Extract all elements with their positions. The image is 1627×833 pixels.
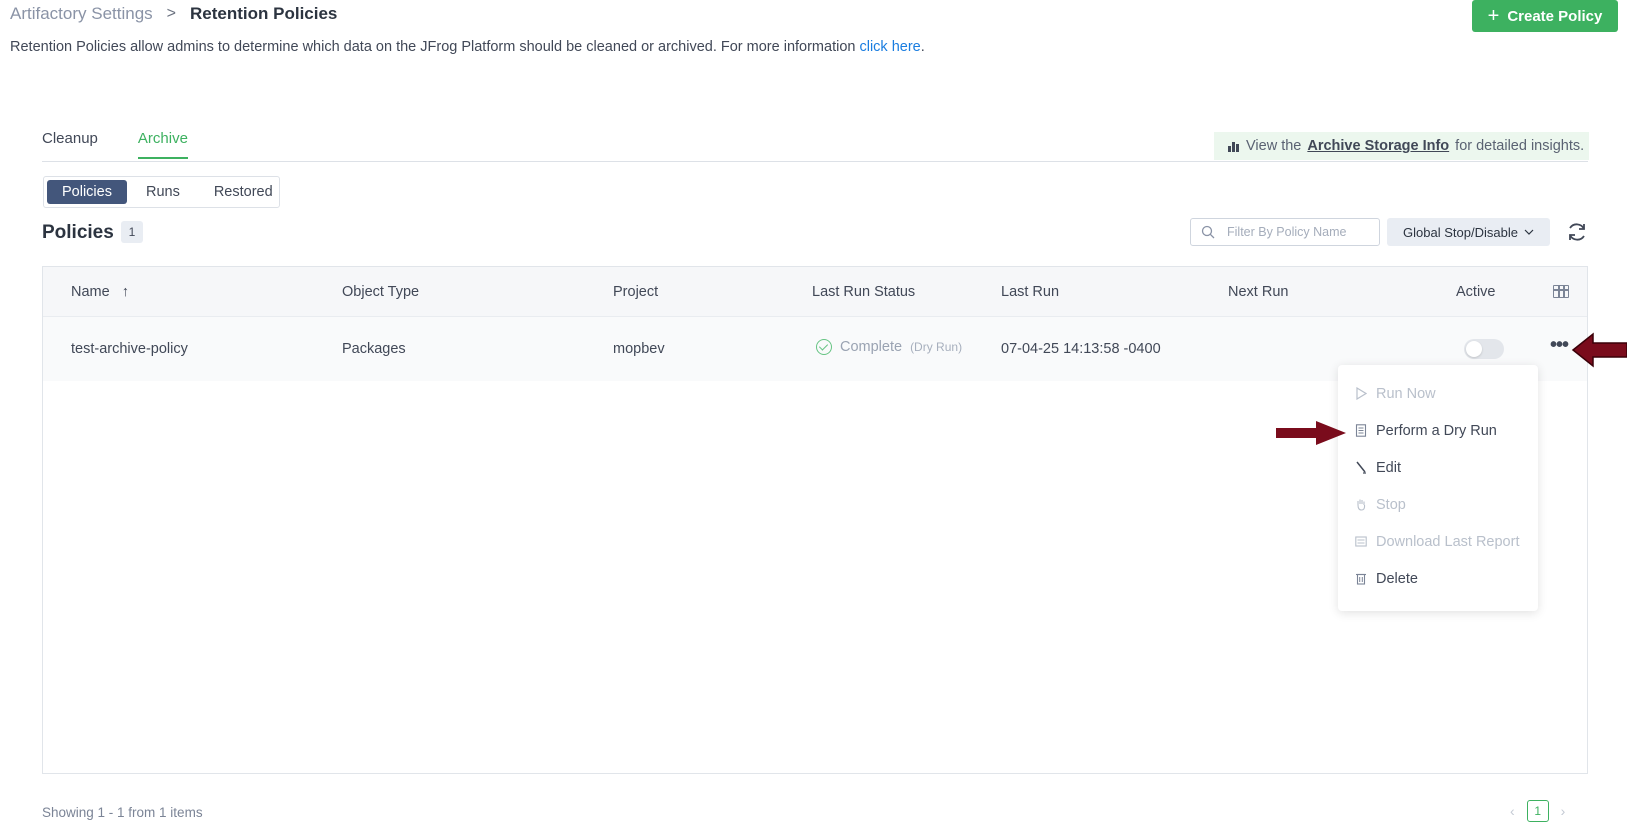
column-header-object-type[interactable]: Object Type [342, 284, 419, 300]
annotation-arrow-left-icon [1571, 332, 1627, 368]
plus-icon: + [1487, 5, 1500, 27]
menu-item-label: Edit [1376, 459, 1401, 476]
click-here-link[interactable]: click here [859, 39, 920, 55]
actions-menu: Run Now Perform a Dry Run Edit Stop Down… [1338, 365, 1538, 611]
column-header-last-run[interactable]: Last Run [1001, 284, 1059, 300]
project-cell: mopbev [613, 341, 665, 357]
object-type-cell: Packages [342, 341, 406, 357]
document-icon [1355, 424, 1367, 437]
menu-item-label: Run Now [1376, 385, 1436, 402]
create-policy-button[interactable]: + Create Policy [1472, 0, 1618, 32]
chevron-right-icon: > [166, 5, 177, 22]
archive-info-prefix: View the [1246, 138, 1302, 154]
last-run-cell: 07-04-25 14:13:58 -0400 [1001, 341, 1161, 357]
search-icon [1201, 225, 1215, 239]
showing-items-text: Showing 1 - 1 from 1 items [42, 805, 203, 820]
menu-item-run-now[interactable]: Run Now [1338, 375, 1538, 412]
archive-storage-info-link[interactable]: Archive Storage Info [1307, 138, 1449, 154]
status-note: (Dry Run) [910, 340, 963, 354]
description-text: Retention Policies allow admins to deter… [10, 39, 860, 55]
check-circle-icon [816, 339, 832, 355]
column-header-active[interactable]: Active [1456, 284, 1496, 300]
chevron-down-icon [1524, 229, 1534, 235]
filter-policy-name-input[interactable] [1227, 225, 1367, 239]
archive-info-suffix: for detailed insights. [1455, 138, 1585, 154]
annotation-arrow-right-icon [1276, 421, 1346, 445]
last-run-status-cell: Complete (Dry Run) [816, 339, 962, 355]
page-title: Retention Policies [190, 4, 338, 23]
subtab-policies[interactable]: Policies [47, 180, 127, 204]
column-header-last-run-status[interactable]: Last Run Status [812, 284, 915, 300]
pencil-icon [1356, 461, 1366, 474]
menu-item-perform-dry-run[interactable]: Perform a Dry Run [1338, 412, 1538, 449]
active-toggle[interactable] [1464, 339, 1504, 359]
global-stop-disable-button[interactable]: Global Stop/Disable [1387, 218, 1550, 246]
column-name-label: Name [71, 284, 110, 300]
global-stop-disable-label: Global Stop/Disable [1403, 224, 1518, 240]
menu-item-label: Delete [1376, 570, 1418, 587]
menu-item-label: Download Last Report [1376, 533, 1520, 550]
menu-item-delete[interactable]: Delete [1338, 560, 1538, 597]
menu-item-stop[interactable]: Stop [1338, 486, 1538, 523]
description-end: . [920, 39, 925, 55]
play-icon [1356, 387, 1367, 400]
chevron-left-icon[interactable]: ‹ [1510, 803, 1515, 819]
report-icon [1355, 536, 1367, 547]
column-header-next-run[interactable]: Next Run [1228, 284, 1288, 300]
column-header-name[interactable]: Name ↑ [71, 284, 129, 300]
policies-count-badge: 1 [121, 221, 143, 243]
pagination: ‹ 1 › [1510, 800, 1565, 822]
refresh-icon[interactable] [1565, 220, 1589, 244]
breadcrumb: Artifactory Settings > Retention Policie… [10, 4, 337, 24]
tab-archive[interactable]: Archive [137, 130, 188, 159]
menu-item-label: Stop [1376, 496, 1406, 513]
policies-title: Policies [42, 222, 114, 243]
menu-item-label: Perform a Dry Run [1376, 422, 1497, 439]
page-number[interactable]: 1 [1526, 800, 1549, 822]
tab-bar: Cleanup Archive [42, 130, 188, 159]
tab-divider [42, 161, 1588, 162]
table-header: Name ↑ Object Type Project Last Run Statu… [43, 267, 1587, 317]
column-header-project[interactable]: Project [613, 284, 658, 300]
chevron-right-icon[interactable]: › [1561, 803, 1566, 819]
policy-name-cell[interactable]: test-archive-policy [71, 341, 188, 357]
subtab-runs[interactable]: Runs [131, 180, 195, 204]
arrow-up-icon[interactable]: ↑ [122, 284, 129, 300]
subtab-restored[interactable]: Restored [199, 180, 288, 204]
status-text: Complete [840, 339, 903, 355]
create-policy-label: Create Policy [1507, 7, 1603, 25]
page-description: Retention Policies allow admins to deter… [10, 39, 925, 55]
columns-icon[interactable] [1553, 285, 1569, 298]
archive-info-banner: View the Archive Storage Info for detail… [1214, 132, 1589, 160]
hand-icon [1357, 499, 1366, 511]
subtab-group: Policies Runs Restored [43, 176, 280, 208]
more-actions-icon[interactable]: ••• [1550, 335, 1569, 355]
tab-cleanup[interactable]: Cleanup [42, 130, 98, 159]
menu-item-download-last-report[interactable]: Download Last Report [1338, 523, 1538, 560]
filter-field[interactable] [1190, 218, 1380, 246]
menu-item-edit[interactable]: Edit [1338, 449, 1538, 486]
trash-icon [1356, 573, 1366, 585]
bar-chart-icon [1228, 141, 1240, 152]
breadcrumb-parent[interactable]: Artifactory Settings [10, 4, 153, 24]
